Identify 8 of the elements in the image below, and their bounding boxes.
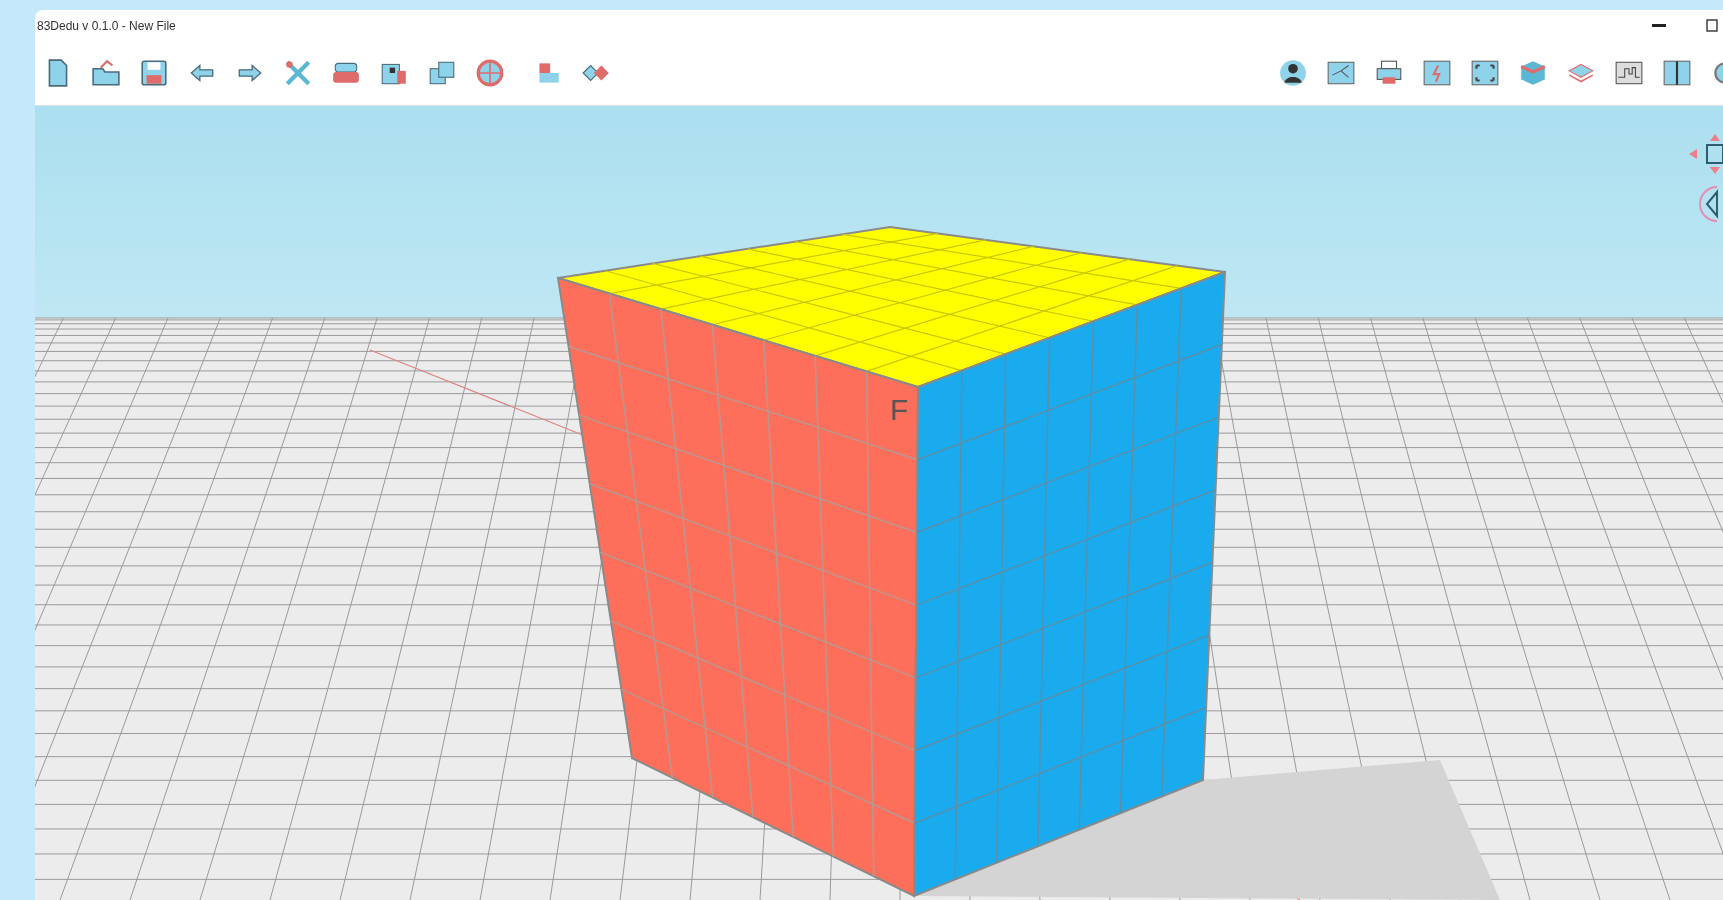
face-label: F xyxy=(890,393,909,426)
user-icon[interactable] xyxy=(1278,58,1308,89)
maximize-icon[interactable] xyxy=(1706,19,1718,33)
sphere-icon[interactable] xyxy=(475,58,505,89)
window-title: 83Dedu v 0.1.0 - New File xyxy=(37,18,177,33)
save-icon[interactable] xyxy=(139,58,169,89)
open-folder-icon[interactable] xyxy=(91,58,121,89)
minimize-icon[interactable] xyxy=(1652,23,1666,28)
